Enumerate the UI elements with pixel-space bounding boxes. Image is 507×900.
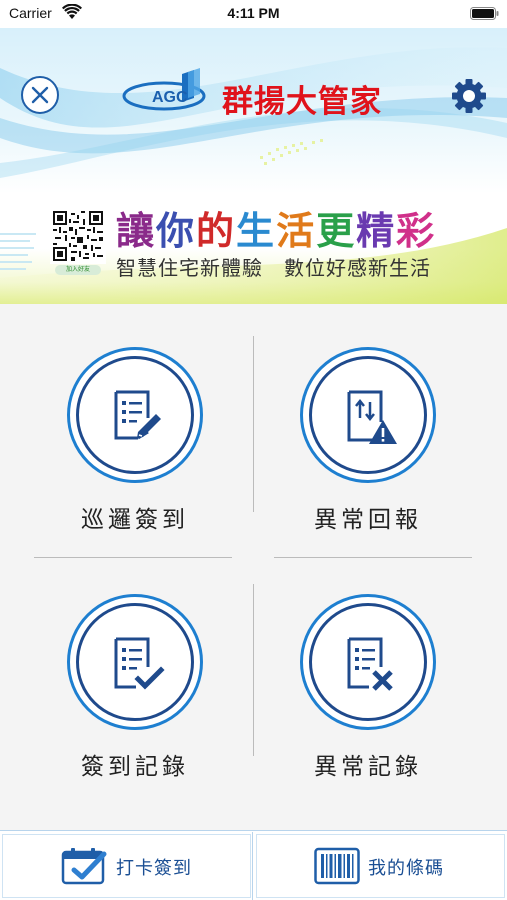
tile-icon-ring [300, 347, 436, 483]
close-icon [31, 86, 49, 104]
bottom-action-bar: 打卡簽到 我的條碼 [0, 830, 507, 900]
clock: 4:11 PM [227, 5, 280, 21]
signin-record-tile[interactable]: 簽到記錄 [35, 594, 235, 794]
anomaly-record-tile[interactable]: 異常記錄 [268, 594, 468, 794]
grid-divider-vertical-bottom [253, 584, 254, 756]
header-banner: AGC 群揚大管家 加入好友 讓你的生活更精彩 智慧住宅新體驗 數位好感新生活 [0, 28, 507, 304]
slogan-char: 更 [316, 209, 357, 253]
tile-label: 巡邏簽到 [81, 507, 189, 533]
patrol-sign-icon [114, 390, 161, 440]
my-barcode-label: 我的條碼 [368, 858, 444, 879]
settings-gear-icon[interactable] [450, 77, 488, 115]
my-barcode-button[interactable]: 我的條碼 [254, 832, 507, 900]
anomaly-record-icon [347, 637, 393, 691]
qr-add-friend-label: 加入好友 [55, 265, 101, 275]
tile-icon-ring [67, 594, 203, 730]
svg-text:AGC: AGC [152, 89, 188, 106]
banner-subslogan: 智慧住宅新體驗 數位好感新生活 [116, 256, 431, 280]
tile-icon-ring [67, 347, 203, 483]
brand-title: 群揚大管家 [222, 84, 382, 120]
grid-divider-vertical-top [253, 336, 254, 512]
slogan-char: 你 [156, 209, 197, 253]
banner-slogan: 讓你的生活更精彩 [116, 200, 436, 255]
checkin-button[interactable]: 打卡簽到 [0, 832, 253, 900]
anomaly-report-icon [347, 390, 397, 444]
tile-label: 簽到記錄 [81, 754, 189, 780]
tile-label: 異常回報 [314, 507, 422, 533]
slogan-char: 彩 [396, 209, 437, 253]
agc-logo: AGC [122, 68, 206, 111]
qr-code-image [50, 208, 106, 264]
tile-icon-ring [300, 594, 436, 730]
checkin-label: 打卡簽到 [116, 858, 192, 879]
barcode-icon [314, 847, 360, 885]
grid-divider-horizontal-right [274, 557, 472, 558]
anomaly-report-tile[interactable]: 異常回報 [268, 347, 468, 547]
slogan-char: 的 [196, 209, 237, 253]
grid-divider-horizontal-left [34, 557, 232, 558]
slogan-char: 生 [236, 209, 277, 253]
sign-record-icon [114, 637, 165, 690]
calendar-check-icon [61, 848, 107, 885]
battery-icon [470, 7, 499, 20]
function-grid: 巡邏簽到 異常回報 簽到記錄 異常記錄 [0, 304, 507, 830]
patrol-signin-tile[interactable]: 巡邏簽到 [35, 347, 235, 547]
close-button[interactable] [21, 76, 59, 114]
tile-label: 異常記錄 [314, 754, 422, 780]
slogan-char: 活 [276, 209, 317, 253]
slogan-char: 精 [356, 209, 397, 253]
slogan-char: 讓 [116, 209, 157, 253]
status-bar: Carrier 4:11 PM [0, 0, 507, 28]
